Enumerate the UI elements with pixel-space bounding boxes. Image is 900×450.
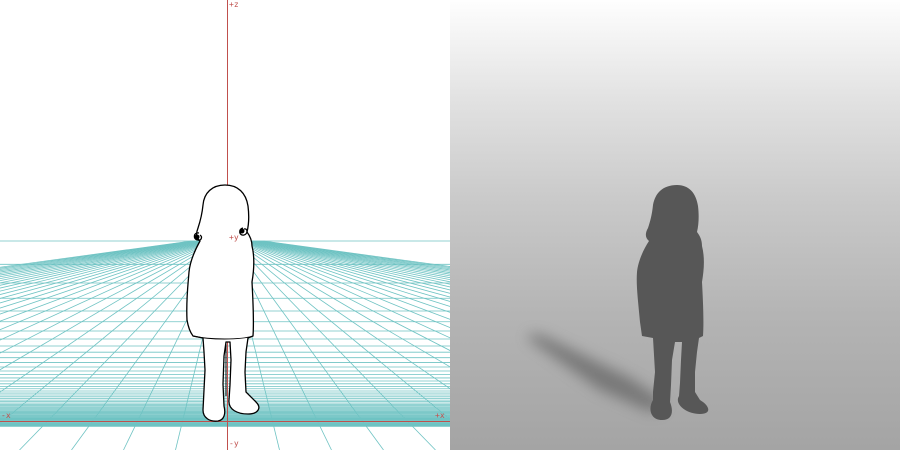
render-preview (450, 0, 900, 450)
figure-outline (186, 184, 260, 422)
axis-label-x-positive: +x (435, 411, 445, 420)
axis-label-x-negative: -x (1, 411, 11, 420)
silhouette-body (636, 185, 709, 420)
left-curl-dot (194, 234, 200, 240)
viewer: +z +y -y -x +x (0, 0, 900, 450)
wireframe-viewport[interactable]: +z +y -y -x +x (0, 0, 450, 450)
axis-label-y-negative: -y (229, 439, 239, 448)
cast-shadow (527, 334, 664, 412)
viewport-canvas (0, 0, 450, 450)
render-canvas (527, 185, 709, 420)
figure-outline-body (186, 184, 260, 422)
axis-label-y-positive: +y (229, 233, 239, 242)
right-curl-dot (239, 228, 245, 234)
axis-label-z-positive: +z (229, 0, 239, 9)
figure-silhouette (636, 185, 709, 420)
